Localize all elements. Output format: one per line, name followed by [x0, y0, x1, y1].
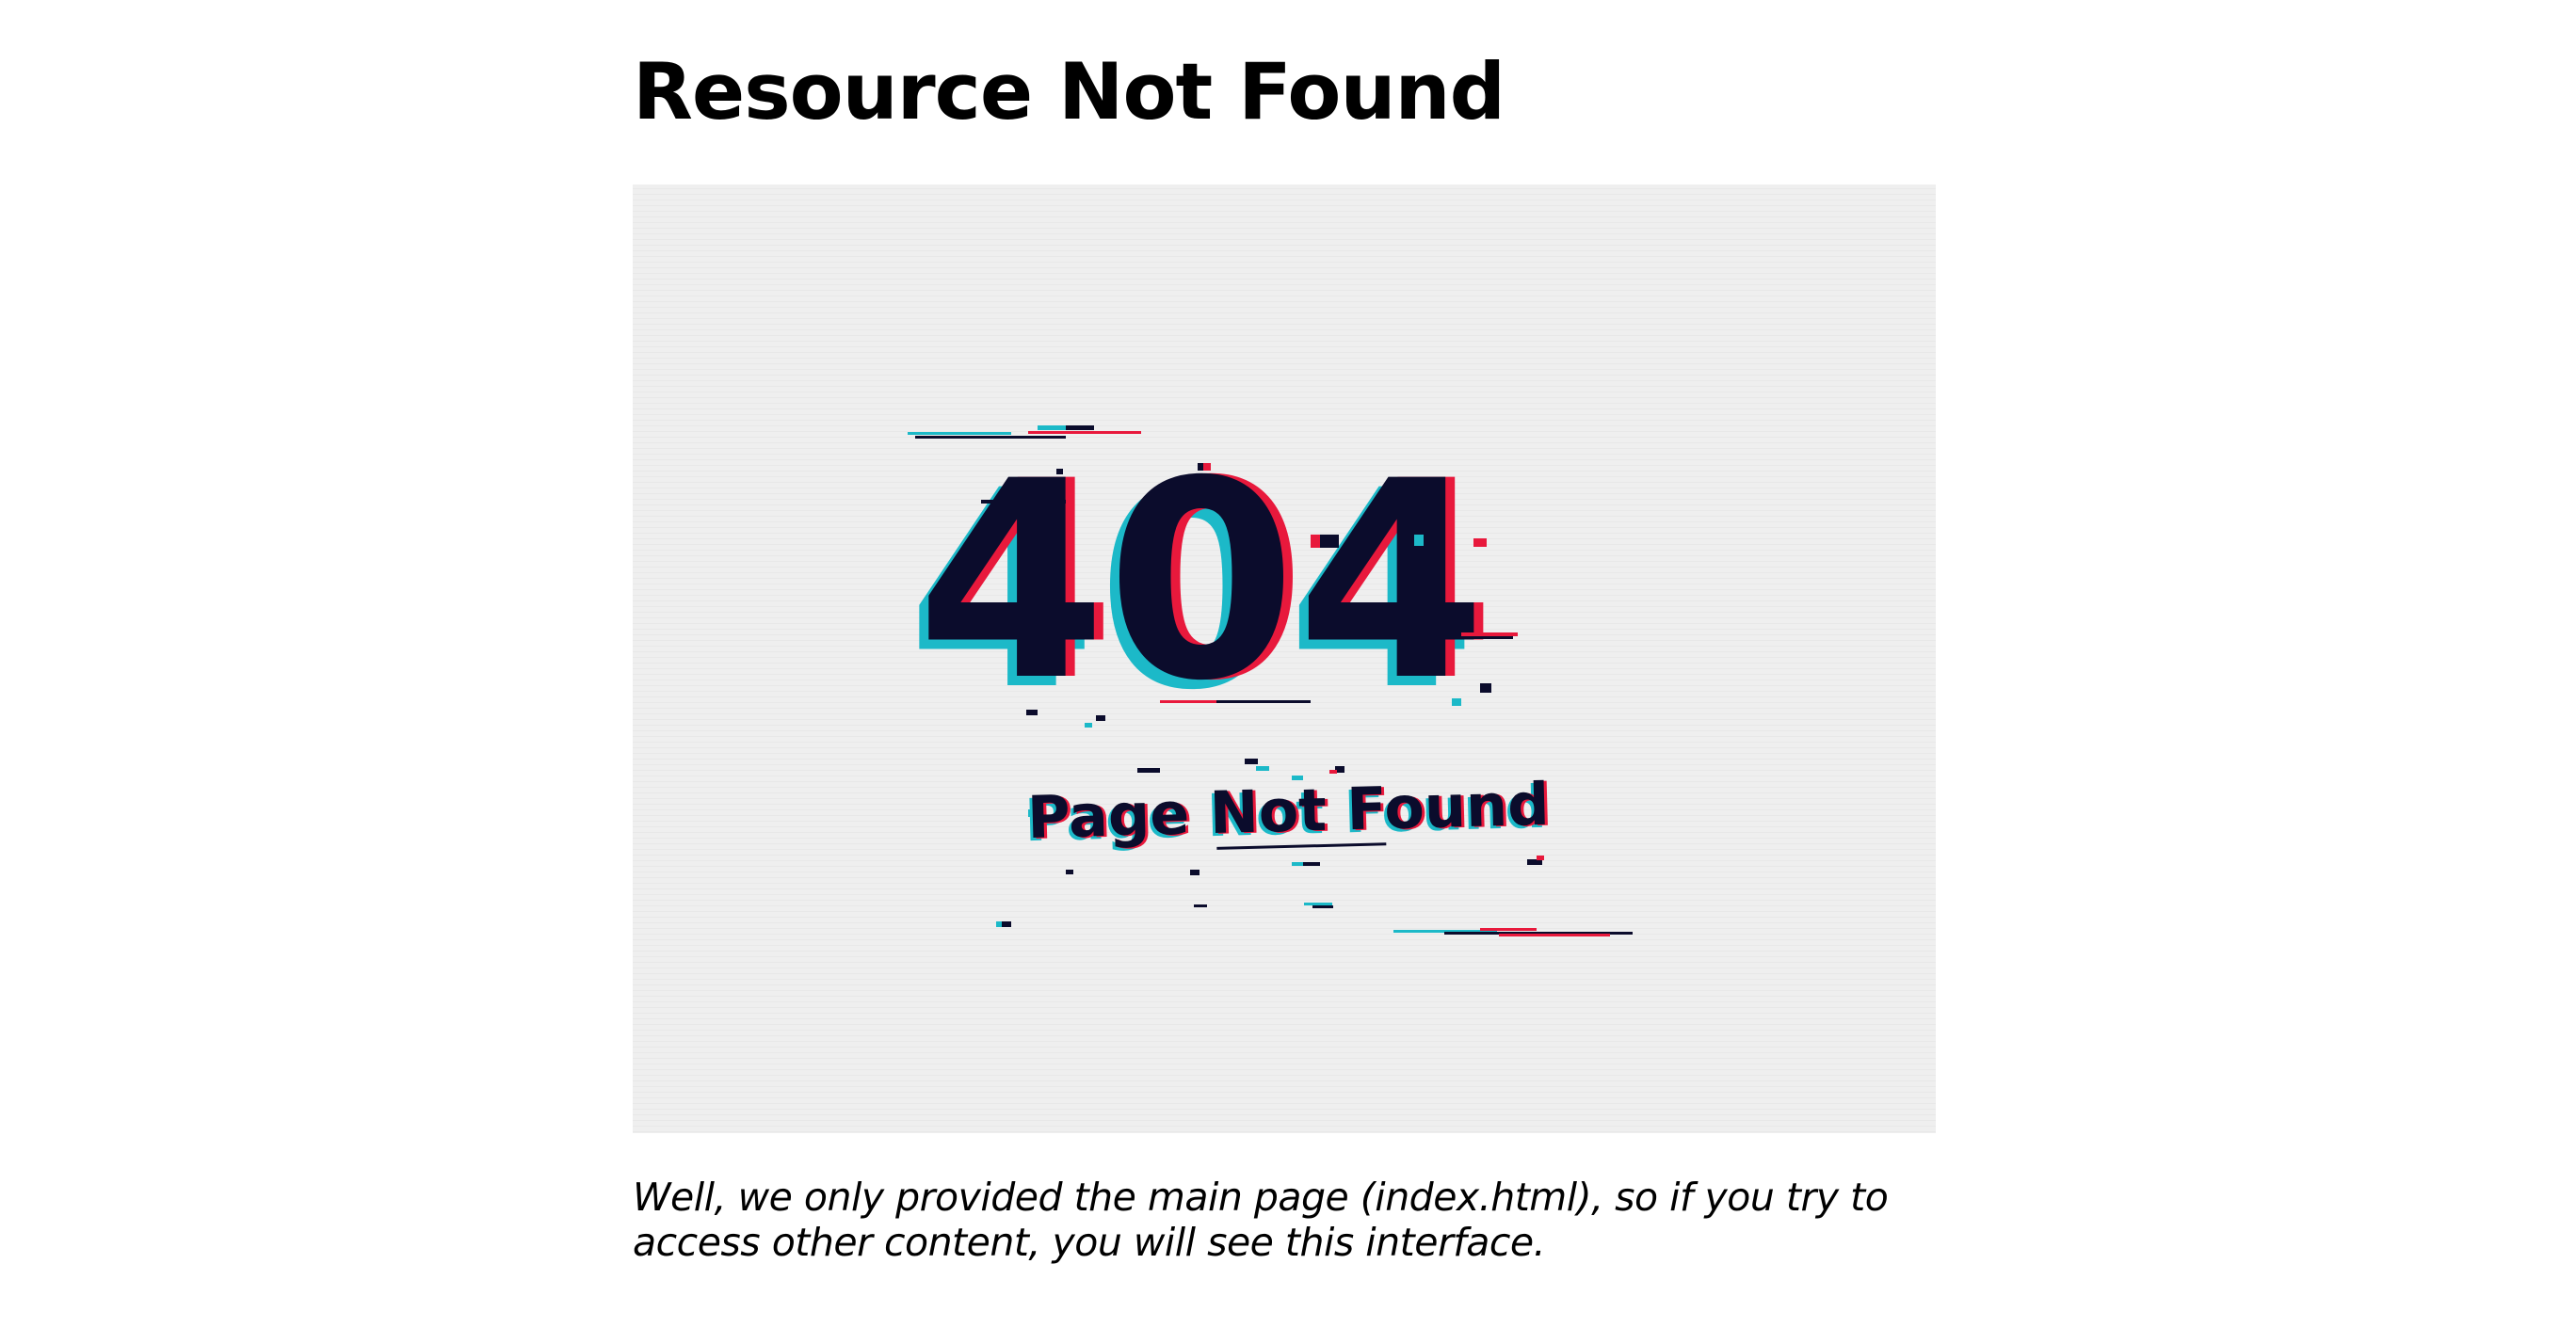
not-found-illustration: 404 404 404 Page Not Found Page Not Foun…	[633, 184, 1936, 1133]
page-title: Resource Not Found	[633, 46, 1505, 137]
code-404: 404	[916, 424, 1486, 741]
message-text: Page Not Found	[1026, 770, 1550, 852]
message-glyphs: Page Not Found Page Not Found Page Not F…	[1023, 770, 1553, 856]
page-description: Well, we only provided the main page (in…	[633, 1175, 1889, 1265]
glitch-404-graphic: 404 404 404 Page Not Found Page Not Foun…	[633, 184, 1936, 1133]
page: Resource Not Found 404 404 404 Page Not …	[0, 0, 2576, 1344]
